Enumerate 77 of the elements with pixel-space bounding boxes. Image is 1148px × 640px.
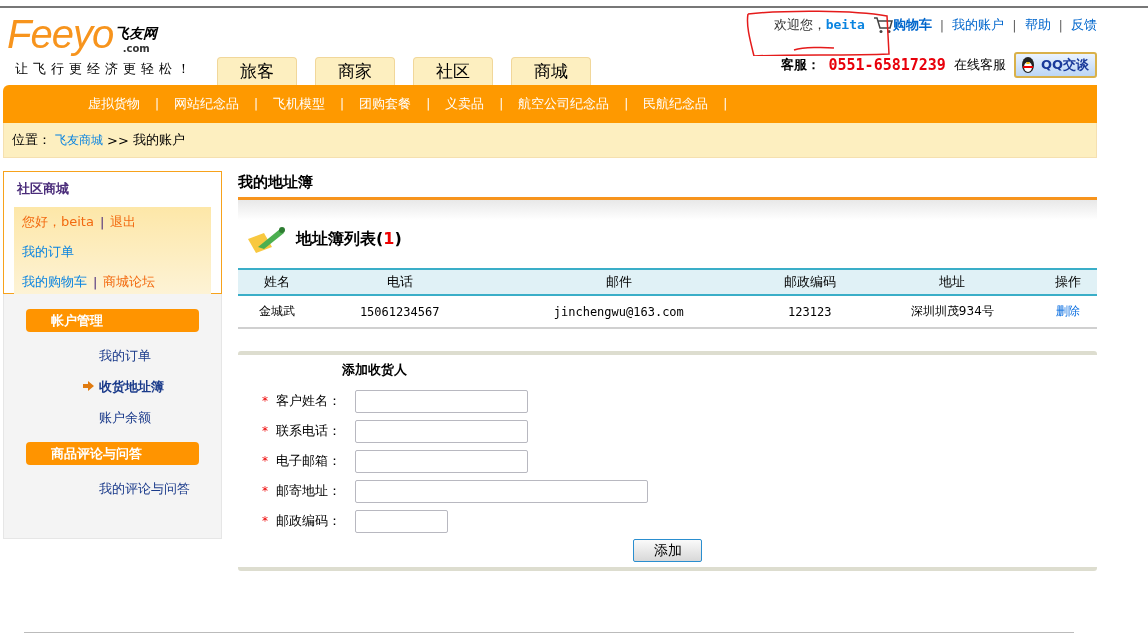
menu-item[interactable]: 我的订单 [99,347,221,365]
required-mark: * [262,484,268,498]
orders-link[interactable]: 我的订单 [22,243,74,261]
separator: | [624,97,629,111]
breadcrumb-link[interactable]: 飞友商城 [55,131,103,149]
input-field[interactable] [355,479,648,503]
table-cell: 123123 [788,304,832,319]
column-header: 操作 [1039,269,1097,295]
column-header: 邮政编码 [754,269,866,295]
nav-tab[interactable]: 社区 [413,57,493,85]
notepad-pen-icon [246,225,286,253]
separator: | [939,17,945,33]
field-label: 客户姓名： [276,392,342,410]
service-phone: 0551-65817239 [828,56,946,74]
cart-link[interactable]: 购物车 [892,16,932,34]
separator: | [93,274,98,290]
form-title: 添加收货人 [342,361,408,379]
online-service-label: 在线客服 [953,56,1006,74]
cart-link[interactable]: 我的购物车 [22,273,87,291]
separator: | [723,97,728,111]
input-field[interactable] [355,509,448,533]
delete-link[interactable]: 删除 [1056,304,1081,318]
separator: | [499,97,504,111]
nav-tab[interactable]: 商城 [511,57,591,85]
separator: | [426,97,431,111]
logo-brand: Feeyo [7,14,114,54]
add-button[interactable]: 添加 [633,539,702,562]
separator: | [340,97,345,111]
logo-domain: .com [122,43,150,54]
field-label: 电子邮箱： [276,452,342,470]
sidebar-title: 社区商城 [16,180,70,198]
cart-icon [872,16,893,34]
logo-name: 飞友网 [115,25,158,43]
menu-item[interactable]: 收货地址簿 [99,378,221,396]
arrow-icon [83,381,94,391]
column-header: 电话 [316,269,484,295]
separator: | [1012,17,1017,33]
required-mark: * [262,424,268,438]
breadcrumb-label: 位置： [12,131,51,149]
input-field[interactable] [355,389,528,413]
menu-group-header: 帐户管理 [26,309,199,332]
forum-link[interactable]: 商城论坛 [103,273,156,291]
breadcrumb-current: 我的账户 [132,131,185,149]
table-cell: jinchengwu@163.com [553,304,684,319]
table-cell: 15061234567 [359,304,440,319]
header-link[interactable]: 我的账户 [952,16,1005,34]
separator: | [99,214,105,230]
welcome-text: 欢迎您，beita [773,16,865,34]
table-cell: 深圳圳茂934号 [910,304,994,318]
separator: | [1058,17,1063,33]
input-field[interactable] [355,449,528,473]
column-header: 邮件 [483,269,755,295]
list-title: 地址簿列表(1) [296,228,402,250]
slogan: 让飞行更经济更轻松！ [15,60,196,78]
menu-item[interactable]: 我的评论与问答 [99,480,221,498]
separator: | [254,97,259,111]
menu-group-header: 商品评论与问答 [26,442,199,465]
column-header: 地址 [865,269,1040,295]
separator: | [155,97,160,111]
menu-item[interactable]: 账户余额 [99,409,221,427]
input-field[interactable] [355,419,528,443]
required-mark: * [262,514,268,528]
greeting-text: 您好，beita [22,213,94,231]
qq-chat-button[interactable]: QQ交谈 [1013,52,1097,78]
header-link[interactable]: 帮助 [1024,16,1051,34]
field-label: 邮政编码： [276,512,342,530]
service-label: 客服： [781,56,821,74]
table-cell: 金城武 [259,304,295,318]
field-label: 邮寄地址： [276,482,342,500]
required-mark: * [262,394,268,408]
required-mark: * [262,454,268,468]
nav-tab[interactable]: 商家 [315,57,395,85]
nav-tab[interactable]: 旅客 [217,57,297,85]
header-link[interactable]: 反馈 [1071,16,1097,34]
field-label: 联系电话： [276,422,342,440]
breadcrumb-separator: >> [107,132,129,148]
column-header: 姓名 [238,269,316,295]
